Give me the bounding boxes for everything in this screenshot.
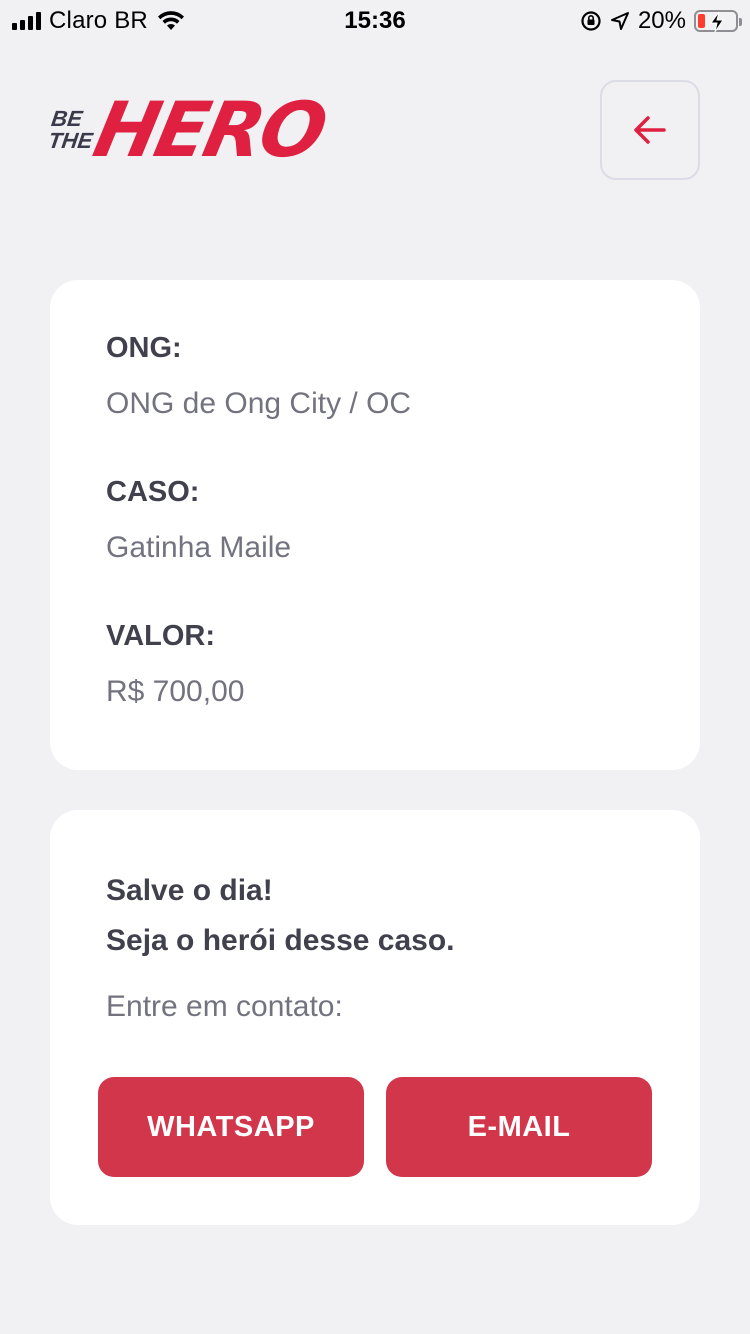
wifi-icon (157, 11, 184, 30)
status-bar: Claro BR 15:36 20% (0, 0, 750, 42)
battery-icon (694, 10, 742, 33)
charging-bolt-icon (710, 11, 724, 33)
battery-percent: 20% (637, 7, 686, 34)
be-the-hero-logo: BE THE HERO (46, 85, 332, 175)
logo-be: BE (49, 106, 84, 131)
arrow-left-icon (634, 116, 666, 144)
battery-fill (698, 14, 706, 28)
ong-group: ONG: ONG de Ong City / OC (106, 330, 644, 422)
contact-title-line1: Salve o dia! (106, 874, 273, 907)
carrier-name: Claro BR (49, 7, 148, 34)
incident-card: ONG: ONG de Ong City / OC CASO: Gatinha … (50, 280, 700, 770)
whatsapp-button[interactable]: WHATSAPP (98, 1077, 364, 1177)
contact-card: Salve o dia! Seja o herói desse caso. En… (50, 810, 700, 1225)
contact-title-line2: Seja o herói desse caso. (106, 924, 455, 957)
status-left: Claro BR (12, 7, 186, 35)
contact-description: Entre em contato: (106, 990, 343, 1023)
contact-actions: WHATSAPP E-MAIL (98, 1077, 652, 1177)
email-button[interactable]: E-MAIL (386, 1077, 652, 1177)
logo-the: THE (46, 128, 95, 153)
back-button[interactable] (600, 80, 700, 180)
orientation-lock-icon (581, 11, 601, 31)
status-right: 20% (580, 7, 742, 35)
header: BE THE HERO (46, 80, 700, 180)
case-group: CASO: Gatinha Maile (106, 474, 644, 566)
value-group: VALOR: R$ 700,00 (106, 618, 644, 710)
signal-icon (12, 12, 41, 30)
value-label: VALOR: (106, 620, 216, 652)
logo-hero: HERO (86, 85, 333, 174)
case-value: Gatinha Maile (106, 531, 292, 564)
value-amount: R$ 700,00 (106, 675, 245, 708)
location-icon (610, 12, 629, 30)
ong-label: ONG: (106, 332, 182, 364)
logo-small-text: BE THE (46, 106, 97, 153)
case-label: CASO: (106, 476, 200, 508)
ong-value: ONG de Ong City / OC (106, 387, 412, 420)
